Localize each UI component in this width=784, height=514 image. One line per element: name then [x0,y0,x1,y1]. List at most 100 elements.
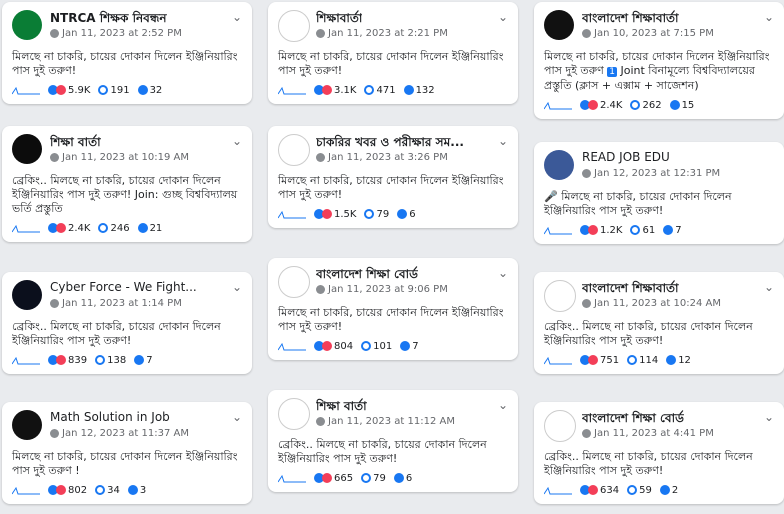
comments-count[interactable]: 471 [364,85,396,96]
page-avatar[interactable] [544,410,576,442]
post-card[interactable]: NTRCA শিক্ষক নিবন্ধন Jan 11, 2023 at 2:5… [2,2,252,104]
chevron-down-icon[interactable]: ⌄ [498,398,508,412]
shares-count[interactable]: 7 [663,225,682,236]
reactions-count[interactable]: 2.4K [48,223,90,234]
shares-count[interactable]: 6 [393,473,412,484]
shares-count[interactable]: 21 [137,223,162,234]
comments-count[interactable]: 262 [630,100,662,111]
post-card[interactable]: শিক্ষাবার্তা Jan 11, 2023 at 2:21 PM ⌄ ম… [268,2,518,104]
page-name[interactable]: Math Solution in Job [50,410,170,424]
post-card[interactable]: শিক্ষা বার্তা Jan 11, 2023 at 10:19 AM ⌄… [2,126,252,242]
post-card[interactable]: Math Solution in Job Jan 12, 2023 at 11:… [2,402,252,504]
post-card[interactable]: READ JOB EDU Jan 12, 2023 at 12:31 PM 🎤 … [534,142,784,244]
comments-count[interactable]: 79 [361,473,386,484]
page-avatar[interactable] [278,266,310,298]
shares-count[interactable]: 12 [666,355,691,366]
chevron-down-icon[interactable]: ⌄ [232,410,242,424]
comments-count[interactable]: 191 [98,85,130,96]
post-card[interactable]: বাংলাদেশ শিক্ষাবার্তা Jan 10, 2023 at 7:… [534,2,784,119]
post-time[interactable]: Jan 10, 2023 at 7:15 PM [594,28,714,39]
page-avatar[interactable] [544,280,576,312]
post-card[interactable]: Cyber Force - We Fight... Jan 11, 2023 a… [2,272,252,374]
comments-count[interactable]: 34 [95,485,120,496]
comments-count[interactable]: 114 [627,355,658,366]
post-time[interactable]: Jan 11, 2023 at 2:21 PM [328,28,448,39]
page-avatar[interactable] [12,10,42,40]
comments-value: 138 [107,354,127,366]
page-name[interactable]: চাকরির খবর ও পরীক্ষার সম... [316,134,464,154]
shares-count[interactable]: 6 [397,209,416,220]
reactions-count[interactable]: 665 [314,473,353,484]
shares-count[interactable]: 132 [403,85,435,96]
page-name[interactable]: বাংলাদেশ শিক্ষা বোর্ড [582,410,684,430]
reactions-count[interactable]: 839 [48,355,87,366]
shares-count[interactable]: 2 [659,485,678,496]
page-name[interactable]: বাংলাদেশ শিক্ষা বোর্ড [316,266,418,286]
post-card[interactable]: চাকরির খবর ও পরীক্ষার সম... Jan 11, 2023… [268,126,518,228]
post-time[interactable]: Jan 11, 2023 at 11:12 AM [328,416,455,427]
reactions-count[interactable]: 5.9K [48,85,90,96]
page-avatar[interactable] [12,134,42,164]
reactions-count[interactable]: 634 [580,485,619,496]
shares-count[interactable]: 7 [400,341,419,352]
shares-value: 12 [678,354,691,366]
post-time[interactable]: Jan 11, 2023 at 2:52 PM [62,28,182,39]
chevron-down-icon[interactable]: ⌄ [498,134,508,148]
shares-count[interactable]: 3 [127,485,146,496]
shares-count[interactable]: 15 [669,100,694,111]
shares-count[interactable]: 7 [134,355,153,366]
post-time[interactable]: Jan 11, 2023 at 10:19 AM [62,152,189,163]
shares-count[interactable]: 32 [137,85,162,96]
comments-count[interactable]: 101 [361,341,392,352]
chevron-down-icon[interactable]: ⌄ [764,280,774,294]
page-avatar[interactable] [278,10,310,42]
page-avatar[interactable] [544,10,574,40]
page-avatar[interactable] [12,410,42,440]
post-meta: Jan 11, 2023 at 10:19 AM [50,152,189,163]
post-card[interactable]: শিক্ষা বার্তা Jan 11, 2023 at 11:12 AM ⌄… [268,390,518,492]
post-time[interactable]: Jan 12, 2023 at 12:31 PM [594,168,720,179]
post-time[interactable]: Jan 11, 2023 at 9:06 PM [328,284,448,295]
reactions-count[interactable]: 751 [580,355,619,366]
chevron-down-icon[interactable]: ⌄ [498,266,508,280]
chevron-down-icon[interactable]: ⌄ [498,10,508,24]
chevron-down-icon[interactable]: ⌄ [232,10,242,24]
page-name[interactable]: NTRCA শিক্ষক নিবন্ধন [50,10,167,30]
page-avatar[interactable] [12,280,42,310]
post-time[interactable]: Jan 11, 2023 at 10:24 AM [594,298,721,309]
page-avatar[interactable] [278,134,310,166]
page-avatar[interactable] [278,398,310,430]
comments-count[interactable]: 61 [630,225,655,236]
share-icon [397,209,408,219]
page-name[interactable]: শিক্ষা বার্তা [316,398,367,418]
page-name[interactable]: শিক্ষাবার্তা [316,10,362,30]
post-card[interactable]: বাংলাদেশ শিক্ষা বোর্ড Jan 11, 2023 at 4:… [534,402,784,504]
comments-count[interactable]: 246 [98,223,130,234]
post-card[interactable]: বাংলাদেশ শিক্ষাবার্তা Jan 11, 2023 at 10… [534,272,784,374]
comments-count[interactable]: 138 [95,355,126,366]
comments-count[interactable]: 59 [627,485,652,496]
page-avatar[interactable] [544,150,574,180]
post-stats: 665 79 6 [278,472,508,484]
reactions-count[interactable]: 2.4K [580,100,622,111]
post-time[interactable]: Jan 11, 2023 at 4:41 PM [594,428,714,439]
reactions-count[interactable]: 3.1K [314,85,356,96]
page-name[interactable]: Cyber Force - We Fight... [50,280,197,294]
chevron-down-icon[interactable]: ⌄ [764,10,774,24]
post-time[interactable]: Jan 11, 2023 at 3:26 PM [328,152,448,163]
page-name[interactable]: বাংলাদেশ শিক্ষাবার্তা [582,10,679,30]
reactions-count[interactable]: 1.2K [580,225,622,236]
page-name[interactable]: বাংলাদেশ শিক্ষাবার্তা [582,280,679,300]
reactions-count[interactable]: 1.5K [314,209,356,220]
post-time[interactable]: Jan 12, 2023 at 11:37 AM [62,428,189,439]
post-time[interactable]: Jan 11, 2023 at 1:14 PM [62,298,182,309]
page-name[interactable]: READ JOB EDU [582,150,670,164]
page-name[interactable]: শিক্ষা বার্তা [50,134,101,154]
reactions-count[interactable]: 804 [314,341,353,352]
reactions-count[interactable]: 802 [48,485,87,496]
post-card[interactable]: বাংলাদেশ শিক্ষা বোর্ড Jan 11, 2023 at 9:… [268,258,518,360]
chevron-down-icon[interactable]: ⌄ [232,134,242,148]
comments-count[interactable]: 79 [364,209,389,220]
chevron-down-icon[interactable]: ⌄ [232,280,242,294]
chevron-down-icon[interactable]: ⌄ [764,410,774,424]
